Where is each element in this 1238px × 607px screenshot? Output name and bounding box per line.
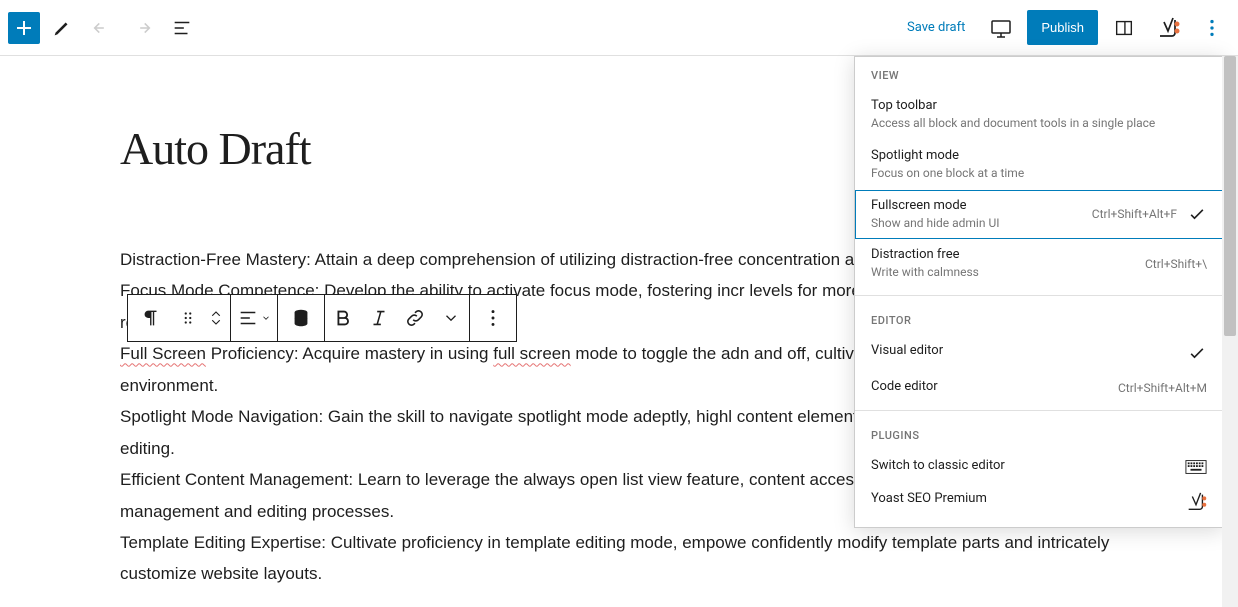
block-type-button[interactable] bbox=[128, 295, 174, 341]
drag-icon bbox=[179, 309, 197, 327]
menu-divider bbox=[855, 410, 1223, 411]
undo-button[interactable] bbox=[84, 10, 120, 46]
yoast-button[interactable] bbox=[1150, 10, 1186, 46]
undo-icon bbox=[91, 17, 113, 39]
paragraph-icon bbox=[140, 307, 162, 329]
menu-item-title: Spotlight mode bbox=[871, 148, 1207, 163]
italic-button[interactable] bbox=[361, 295, 397, 341]
menu-item-title: Switch to classic editor bbox=[871, 458, 1175, 473]
chevron-down-icon bbox=[261, 313, 271, 323]
toolbar-left-group bbox=[8, 10, 200, 46]
list-view-icon bbox=[171, 17, 193, 39]
menu-item-visual-editor[interactable]: Visual editor bbox=[855, 335, 1223, 371]
redo-button[interactable] bbox=[124, 10, 160, 46]
menu-item-desc: Access all block and document tools in a… bbox=[871, 115, 1207, 132]
menu-item-title: Fullscreen mode bbox=[871, 198, 1082, 213]
move-controls[interactable] bbox=[202, 295, 230, 341]
save-draft-button[interactable]: Save draft bbox=[897, 20, 975, 35]
menu-item-desc: Focus on one block at a time bbox=[871, 165, 1207, 182]
menu-item-top-toolbar[interactable]: Top toolbar Access all block and documen… bbox=[855, 90, 1223, 140]
drag-handle[interactable] bbox=[174, 295, 202, 341]
menu-item-title: Code editor bbox=[871, 379, 1108, 394]
repeater-button[interactable] bbox=[278, 295, 324, 341]
menu-item-shortcut: Ctrl+Shift+\ bbox=[1145, 257, 1207, 271]
options-menu-button[interactable] bbox=[1194, 10, 1230, 46]
bold-icon bbox=[332, 307, 354, 329]
kebab-icon bbox=[1201, 17, 1223, 39]
pencil-icon bbox=[51, 17, 73, 39]
menu-item-fullscreen-mode[interactable]: Fullscreen mode Show and hide admin UI C… bbox=[855, 190, 1223, 240]
keyboard-icon bbox=[1185, 459, 1207, 475]
menu-item-title: Yoast SEO Premium bbox=[871, 491, 1175, 506]
menu-item-shortcut: Ctrl+Shift+Alt+F bbox=[1092, 207, 1177, 221]
menu-item-desc: Show and hide admin UI bbox=[871, 215, 1082, 232]
yoast-icon bbox=[1156, 16, 1180, 40]
menu-heading-editor: EDITOR bbox=[855, 302, 1223, 335]
edit-mode-button[interactable] bbox=[44, 10, 80, 46]
menu-item-classic-editor[interactable]: Switch to classic editor bbox=[855, 450, 1223, 483]
plus-icon bbox=[12, 16, 36, 40]
scrollbar-thumb[interactable] bbox=[1224, 56, 1236, 336]
align-icon bbox=[237, 307, 259, 329]
menu-item-code-editor[interactable]: Code editor Ctrl+Shift+Alt+M bbox=[855, 371, 1223, 404]
link-icon bbox=[404, 307, 426, 329]
menu-item-spotlight-mode[interactable]: Spotlight mode Focus on one block at a t… bbox=[855, 140, 1223, 190]
yoast-icon bbox=[1185, 491, 1207, 513]
publish-button[interactable]: Publish bbox=[1027, 10, 1098, 45]
editor-top-toolbar: Save draft Publish bbox=[0, 0, 1238, 56]
menu-divider bbox=[855, 295, 1223, 296]
align-button[interactable] bbox=[231, 295, 277, 341]
menu-item-desc: Write with calmness bbox=[871, 264, 1135, 281]
paragraph[interactable]: Template Editing Expertise: Cultivate pr… bbox=[120, 527, 1118, 590]
options-dropdown: VIEW Top toolbar Access all block and do… bbox=[854, 56, 1224, 528]
menu-item-yoast-premium[interactable]: Yoast SEO Premium bbox=[855, 483, 1223, 521]
preview-button[interactable] bbox=[983, 10, 1019, 46]
document-overview-button[interactable] bbox=[164, 10, 200, 46]
menu-heading-plugins: PLUGINS bbox=[855, 417, 1223, 450]
more-richtext-button[interactable] bbox=[433, 295, 469, 341]
desktop-icon bbox=[989, 16, 1013, 40]
toolbar-right-group: Save draft Publish bbox=[897, 10, 1230, 46]
check-icon bbox=[1187, 204, 1207, 224]
link-button[interactable] bbox=[397, 295, 433, 341]
redo-icon bbox=[131, 17, 153, 39]
menu-item-title: Distraction free bbox=[871, 247, 1135, 262]
chevron-up-down-icon bbox=[207, 307, 225, 329]
sidebar-toggle-button[interactable] bbox=[1106, 10, 1142, 46]
menu-item-title: Visual editor bbox=[871, 343, 1177, 358]
menu-item-shortcut: Ctrl+Shift+Alt+M bbox=[1118, 381, 1207, 395]
menu-heading-view: VIEW bbox=[855, 57, 1223, 90]
vertical-scrollbar[interactable] bbox=[1222, 56, 1238, 607]
menu-item-title: Top toolbar bbox=[871, 98, 1207, 113]
bold-button[interactable] bbox=[325, 295, 361, 341]
chevron-down-icon bbox=[442, 309, 460, 327]
database-icon bbox=[290, 307, 312, 329]
check-icon bbox=[1187, 343, 1207, 363]
block-options-button[interactable] bbox=[470, 295, 516, 341]
block-toolbar bbox=[127, 294, 517, 342]
add-block-button[interactable] bbox=[8, 12, 40, 44]
sidebar-icon bbox=[1113, 17, 1135, 39]
italic-icon bbox=[368, 307, 390, 329]
kebab-icon bbox=[482, 307, 504, 329]
menu-item-distraction-free[interactable]: Distraction free Write with calmness Ctr… bbox=[855, 239, 1223, 289]
